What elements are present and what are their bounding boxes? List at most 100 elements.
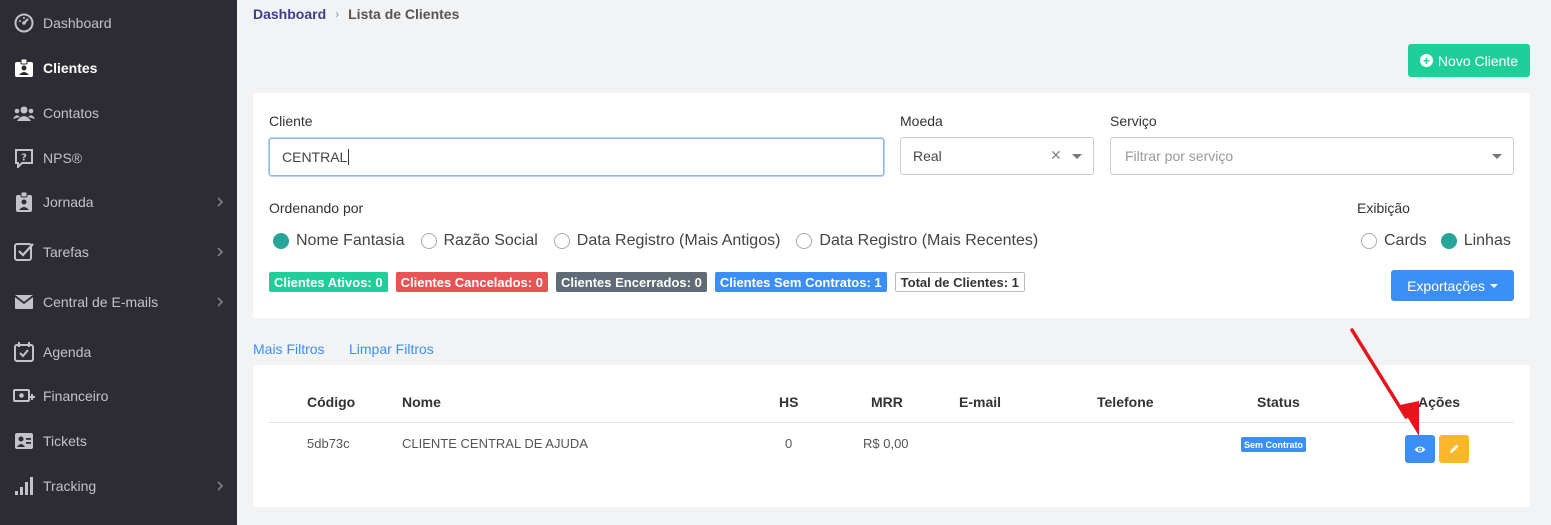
cancelled-clients-badge: Clientes Cancelados: 0 [395, 272, 548, 292]
cell-code: 5db73c [307, 436, 350, 451]
exports-dropdown-button[interactable]: Exportações [1391, 270, 1514, 301]
eye-icon [1414, 441, 1426, 457]
cell-name: CLIENTE CENTRAL DE AJUDA [402, 436, 588, 451]
caret-down-icon [1489, 283, 1498, 288]
sidebar-item-clientes[interactable]: Clientes [0, 48, 237, 88]
sidebar-item-label: Clientes [43, 60, 98, 76]
column-header-codigo[interactable]: Código [307, 394, 355, 410]
radio-unchecked-icon [553, 233, 570, 249]
users-icon [13, 102, 35, 124]
dropdown-arrow-icon[interactable] [1072, 154, 1082, 159]
signal-bars-icon [13, 475, 35, 497]
radio-label: Data Registro (Mais Recentes) [819, 232, 1039, 249]
clear-selection-icon[interactable]: ✕ [1050, 147, 1062, 164]
currency-selected-value: Real [913, 148, 942, 164]
sidebar-item-central-emails[interactable]: Central de E-mails [0, 282, 237, 322]
chevron-right-icon [217, 297, 224, 307]
sort-label: Ordenando por [269, 200, 364, 216]
sidebar-item-dashboard[interactable]: Dashboard [0, 3, 237, 43]
chevron-right-icon [217, 481, 224, 491]
breadcrumb-dashboard-link[interactable]: Dashboard [253, 6, 326, 22]
sidebar-item-financeiro[interactable]: Financeiro [0, 376, 237, 416]
sidebar-item-tracking[interactable]: Tracking [0, 466, 237, 506]
column-header-hs[interactable]: HS [779, 394, 798, 410]
sidebar: Dashboard Clientes Contatos ? NPS® Jorna… [0, 0, 237, 525]
cell-mrr: R$ 0,00 [863, 436, 909, 451]
column-header-telefone[interactable]: Telefone [1097, 394, 1154, 410]
sidebar-item-agenda[interactable]: Agenda [0, 332, 237, 372]
clear-filters-link[interactable]: Limpar Filtros [349, 341, 434, 357]
cell-hs: 0 [785, 436, 793, 451]
radio-label: Linhas [1463, 232, 1511, 249]
service-label: Serviço [1110, 113, 1157, 129]
sidebar-item-tarefas[interactable]: Tarefas [0, 232, 237, 272]
display-label: Exibição [1357, 200, 1410, 216]
new-client-button[interactable]: + Novo Cliente [1408, 44, 1530, 77]
radio-unchecked-icon [796, 233, 813, 249]
checkbox-icon [13, 241, 35, 263]
sidebar-item-contatos[interactable]: Contatos [0, 93, 237, 133]
sidebar-item-jornada[interactable]: Jornada [0, 182, 237, 222]
dropdown-arrow-icon[interactable] [1492, 154, 1502, 159]
text-caret [348, 149, 350, 165]
breadcrumb-separator: › [335, 7, 340, 21]
view-client-button[interactable] [1405, 435, 1435, 463]
column-header-email[interactable]: E-mail [959, 394, 1001, 410]
sidebar-item-label: Tarefas [43, 244, 89, 260]
closed-clients-badge: Clientes Encerrados: 0 [555, 272, 707, 292]
radio-unchecked-icon [1361, 233, 1377, 249]
sidebar-item-label: Contatos [43, 105, 100, 121]
column-header-mrr[interactable]: MRR [871, 394, 903, 410]
radio-checked-icon [273, 233, 289, 249]
sidebar-item-tickets[interactable]: Tickets [0, 421, 237, 461]
sidebar-item-label: Tracking [43, 478, 97, 494]
sidebar-item-label: Central de E-mails [43, 294, 159, 310]
dashboard-icon [13, 12, 35, 34]
more-filters-link[interactable]: Mais Filtros [253, 341, 325, 357]
sort-option-data-recentes[interactable]: Data Registro (Mais Recentes) [796, 232, 1038, 250]
pencil-icon [1449, 441, 1460, 457]
active-clients-badge: Clientes Ativos: 0 [269, 272, 388, 292]
sidebar-item-nps[interactable]: ? NPS® [0, 138, 237, 178]
sidebar-item-label: Dashboard [43, 15, 112, 31]
breadcrumb: Dashboard › Lista de Clientes [253, 6, 459, 22]
sort-option-data-antigos[interactable]: Data Registro (Mais Antigos) [553, 232, 780, 250]
sidebar-item-label: Tickets [43, 433, 87, 449]
service-select[interactable]: Filtrar por serviço [1110, 137, 1514, 175]
total-clients-badge: Total de Clientes: 1 [894, 272, 1025, 292]
column-header-acoes: Ações [1418, 394, 1461, 410]
sort-option-razao-social[interactable]: Razão Social [420, 232, 538, 250]
plus-circle-icon: + [1419, 54, 1433, 67]
radio-label: Nome Fantasia [296, 232, 405, 249]
column-header-nome[interactable]: Nome [402, 394, 441, 410]
new-client-label: Novo Cliente [1437, 52, 1519, 69]
money-plus-icon [13, 385, 35, 407]
radio-label: Razão Social [443, 232, 538, 249]
question-bubble-icon: ? [13, 147, 35, 169]
exports-label: Exportações [1407, 277, 1485, 294]
calendar-check-icon [13, 341, 35, 363]
table-header-divider [269, 422, 1514, 423]
page-title: Lista de Clientes [348, 6, 460, 22]
edit-client-button[interactable] [1439, 435, 1469, 463]
client-filter-label: Cliente [269, 113, 313, 129]
svg-text:?: ? [21, 153, 27, 164]
currency-label: Moeda [900, 113, 943, 129]
display-option-linhas[interactable]: Linhas [1440, 232, 1511, 250]
radio-checked-icon [1440, 233, 1457, 249]
sort-option-nome-fantasia[interactable]: Nome Fantasia [273, 232, 405, 250]
currency-select[interactable]: Real ✕ [900, 137, 1094, 175]
radio-label: Cards [1384, 232, 1427, 249]
client-search-input[interactable]: CENTRAL [269, 138, 884, 176]
client-search-value: CENTRAL [282, 149, 348, 165]
ticket-user-icon [13, 430, 35, 452]
display-radio-group: Cards Linhas [1361, 232, 1511, 250]
column-header-status[interactable]: Status [1257, 394, 1300, 410]
sidebar-item-label: Financeiro [43, 388, 109, 404]
sort-radio-group: Nome Fantasia Razão Social Data Registro… [273, 232, 1054, 250]
radio-unchecked-icon [420, 233, 437, 249]
client-counters: Clientes Ativos: 0 Clientes Cancelados: … [269, 272, 1033, 292]
display-option-cards[interactable]: Cards [1361, 232, 1427, 250]
chevron-right-icon [217, 197, 224, 207]
service-placeholder: Filtrar por serviço [1125, 148, 1234, 164]
